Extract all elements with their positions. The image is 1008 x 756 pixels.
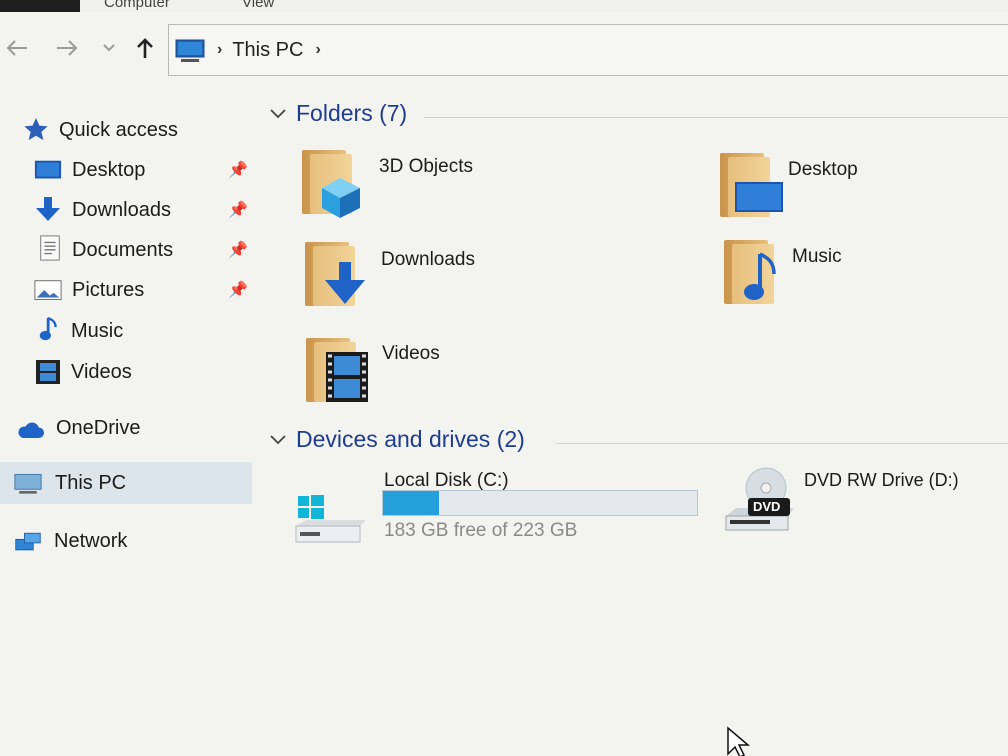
desktop-folder-icon (720, 153, 783, 217)
chevron-down-icon (103, 44, 115, 52)
sidebar-label-downloads: Downloads (72, 198, 171, 221)
music-folder-icon (724, 240, 776, 304)
computer-icon (175, 39, 205, 62)
group-divider (556, 443, 1008, 444)
devices-group-header[interactable]: Devices and drives (2) (270, 426, 525, 453)
folder-label-desktop: Desktop (788, 159, 858, 180)
sidebar-item-network[interactable]: Network (0, 521, 252, 561)
sidebar-label-this-pc: This PC (55, 471, 127, 494)
folder-tile-videos[interactable]: Videos (304, 336, 564, 411)
up-button[interactable] (130, 28, 160, 68)
folder-tile-3d-objects[interactable]: 3D Objects (300, 150, 560, 225)
folders-group-header[interactable]: Folders (7) (270, 100, 407, 127)
folder-tile-desktop[interactable]: Desktop (718, 153, 978, 228)
drive-usage-fill (383, 491, 440, 515)
sidebar-item-this-pc[interactable]: This PC (0, 462, 252, 504)
sidebar-label-music: Music (71, 319, 124, 342)
music-icon (39, 316, 57, 341)
chevron-down-icon (270, 434, 286, 444)
drive-label-dvd: DVD RW Drive (D:) (804, 470, 959, 490)
folder-label-3d-objects: 3D Objects (379, 156, 473, 177)
sidebar-label-onedrive: OneDrive (56, 416, 141, 439)
drive-usage-bar (382, 490, 698, 516)
devices-group-title: Devices and drives (2) (296, 426, 525, 452)
folder-label-downloads: Downloads (381, 249, 475, 270)
folder-tile-music[interactable]: Music (722, 240, 982, 315)
chevron-down-icon (270, 108, 286, 118)
dvd-badge: DVD (753, 499, 781, 514)
tab-computer[interactable]: Computer (104, 0, 170, 11)
3d-objects-folder-icon (302, 150, 360, 218)
downloads-folder-icon (305, 242, 365, 306)
up-arrow-icon (137, 38, 153, 58)
computer-icon (14, 473, 42, 494)
group-divider (424, 117, 1008, 118)
hard-drive-windows-icon (295, 495, 366, 543)
drive-label-local-disk: Local Disk (C:) (384, 470, 509, 491)
back-arrow-icon (6, 40, 27, 56)
folder-label-music: Music (792, 246, 842, 267)
mouse-cursor-icon (727, 726, 751, 756)
sidebar-label-documents: Documents (72, 238, 174, 261)
breadcrumb-separator[interactable]: › (315, 41, 320, 59)
back-button[interactable] (2, 28, 32, 68)
breadcrumb-this-pc[interactable]: This PC (232, 39, 303, 62)
recent-locations-button[interactable] (94, 28, 124, 68)
videos-folder-icon (306, 338, 368, 402)
downloads-icon (36, 197, 60, 221)
drive-tile-dvd[interactable]: DVD DVD RW Drive (D:) (722, 464, 1002, 544)
sidebar-label-network: Network (54, 529, 128, 552)
cloud-icon (18, 422, 44, 438)
sidebar-item-downloads[interactable]: Downloads 📌 (0, 190, 252, 230)
forward-arrow-icon (57, 40, 78, 56)
desktop-icon (34, 160, 62, 179)
tab-file[interactable] (0, 0, 80, 12)
sidebar-item-videos[interactable]: Videos (0, 352, 252, 392)
network-icon (15, 532, 41, 551)
sidebar-item-documents[interactable]: Documents 📌 (0, 230, 252, 270)
folder-tile-downloads[interactable]: Downloads (303, 242, 563, 317)
sidebar-label-desktop: Desktop (72, 158, 146, 181)
sidebar-item-desktop[interactable]: Desktop 📌 (0, 150, 252, 190)
pin-icon[interactable]: 📌 (228, 240, 248, 260)
address-box[interactable]: › This PC › (168, 24, 1008, 76)
sidebar-item-quick-access[interactable]: Quick access (0, 110, 252, 150)
pin-icon[interactable]: 📌 (228, 200, 248, 220)
sidebar-label-quick-access: Quick access (59, 118, 178, 141)
sidebar-label-videos: Videos (71, 360, 132, 383)
tab-view[interactable]: View (242, 0, 274, 11)
sidebar-item-pictures[interactable]: Pictures 📌 (0, 270, 252, 310)
drive-free-space: 183 GB free of 223 GB (384, 520, 578, 541)
breadcrumb-separator[interactable]: › (217, 41, 222, 59)
folder-label-videos: Videos (382, 343, 440, 364)
pin-icon[interactable]: 📌 (228, 280, 248, 300)
ribbon-tabs: Computer View (0, 0, 1008, 12)
pictures-icon (34, 280, 62, 300)
pin-icon[interactable]: 📌 (228, 160, 248, 180)
forward-button[interactable] (52, 28, 82, 68)
navigation-pane: Quick access Desktop 📌 Downloads 📌 Docum… (0, 100, 252, 570)
documents-icon (40, 235, 60, 261)
videos-icon (36, 360, 60, 384)
navigation-bar: › This PC › (0, 22, 1008, 78)
sidebar-item-onedrive[interactable]: OneDrive (0, 408, 252, 448)
sidebar-item-music[interactable]: Music (0, 311, 252, 351)
star-icon (24, 118, 48, 140)
sidebar-label-pictures: Pictures (72, 278, 145, 301)
folders-group-title: Folders (7) (296, 100, 408, 126)
